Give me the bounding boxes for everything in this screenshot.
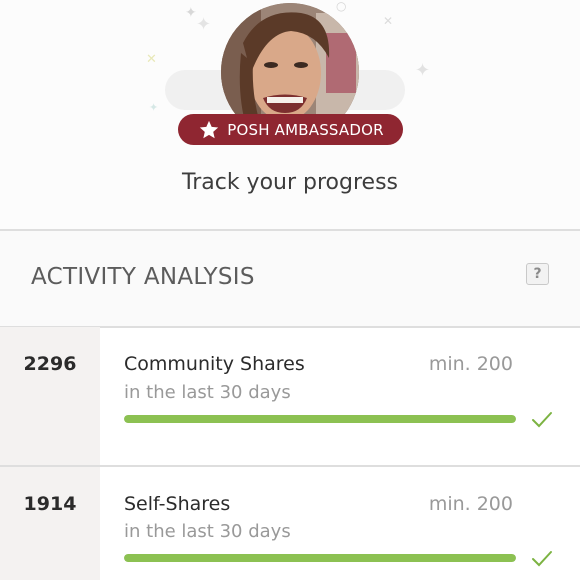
progress-bar-fill [124,554,516,562]
sparkle-icon: ✦ [196,14,212,35]
activity-row: 2296 Community Shares min. 200 in the la… [0,327,580,466]
count-column [0,467,100,580]
sparkle-icon: ○ [336,0,347,13]
activity-row: 1914 Self-Shares min. 200 in the last 30… [0,467,580,580]
help-button[interactable]: ? [526,263,549,285]
activity-count: 1914 [23,493,77,515]
progress-bar [124,554,516,562]
check-icon [532,412,552,428]
sparkle-icon: ✦ [185,5,197,21]
activity-count: 2296 [23,353,77,375]
ambassador-badge: POSH AMBASSADOR [178,114,403,145]
activity-section-header: ACTIVITY ANALYSIS [0,231,580,326]
badge-label: POSH AMBASSADOR [227,120,384,139]
count-column [0,327,100,466]
activity-subtitle: in the last 30 days [124,521,291,542]
progress-bar-fill [124,415,516,423]
activity-minimum: min. 200 [428,493,513,515]
star-icon [197,118,221,142]
sparkle-icon: ✕ [383,14,394,28]
profile-header: ✦ ✦ ○ ✕ ✕ ✦ ✦ POSH AMBASSADOR Track your… [0,0,580,229]
section-title: ACTIVITY ANALYSIS [31,264,255,290]
sparkle-icon: ✦ [149,101,159,114]
sparkle-icon: ✦ [415,60,431,81]
activity-label: Community Shares [124,353,305,375]
activity-label: Self-Shares [124,493,231,515]
progress-bar [124,415,516,423]
sparkle-icon: ✕ [146,52,157,67]
activity-minimum: min. 200 [428,353,513,375]
page-title: Track your progress [182,170,398,195]
activity-subtitle: in the last 30 days [124,382,291,403]
check-icon [532,551,552,567]
